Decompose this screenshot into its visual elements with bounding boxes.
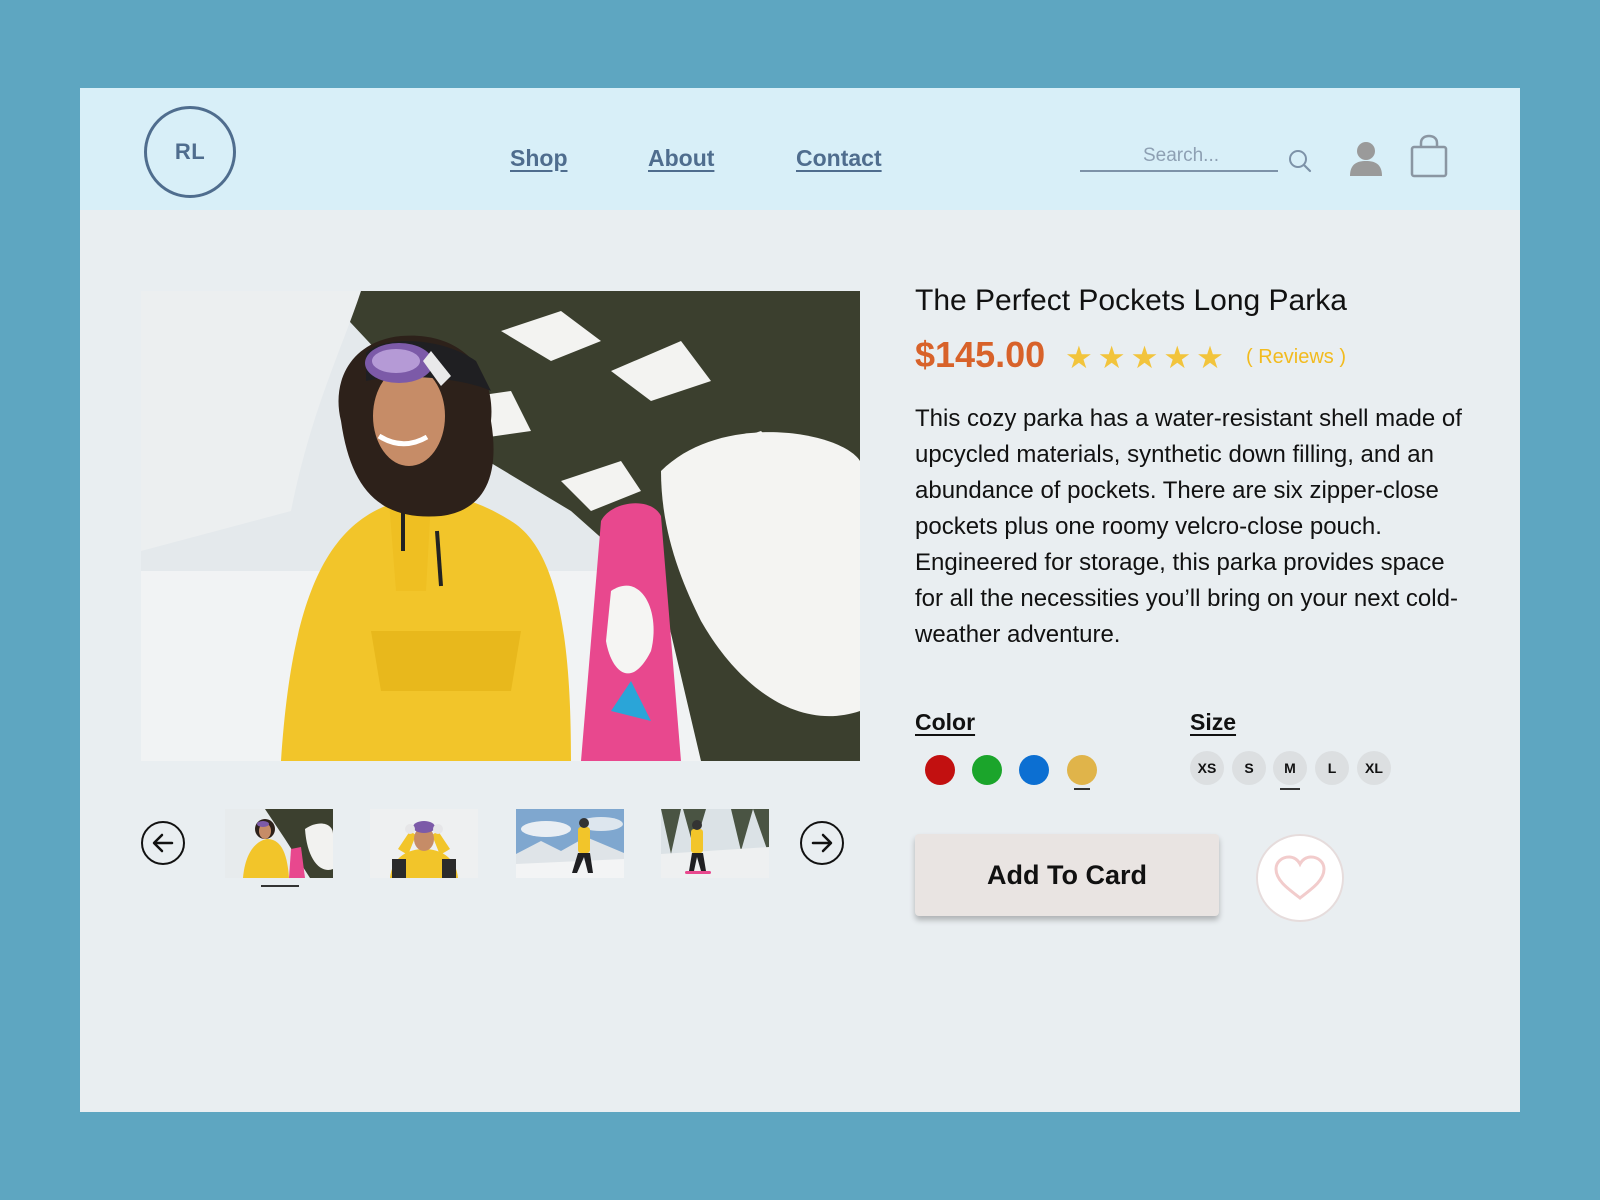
nav-contact-link[interactable]: Contact xyxy=(796,145,882,172)
color-swatch-green[interactable] xyxy=(972,755,1002,785)
color-swatch-blue[interactable] xyxy=(1019,755,1049,785)
add-to-cart-button[interactable]: Add To Card xyxy=(915,834,1219,916)
product-description: This cozy parka has a water-resistant sh… xyxy=(915,405,1462,648)
active-thumbnail-indicator xyxy=(261,885,299,887)
arrow-right-icon xyxy=(811,833,833,853)
nav-shop-link[interactable]: Shop xyxy=(510,145,568,172)
size-label: Size xyxy=(1190,709,1237,735)
wishlist-button[interactable] xyxy=(1256,834,1344,922)
thumbnail-3[interactable] xyxy=(516,809,624,878)
selected-color-indicator xyxy=(1074,788,1090,790)
size-option-s[interactable]: S xyxy=(1232,751,1266,785)
product-main-image xyxy=(141,291,860,761)
size-option-xl[interactable]: XL xyxy=(1357,751,1391,785)
nav-about-link[interactable]: About xyxy=(648,145,714,172)
reviews-link[interactable]: ( Reviews ) xyxy=(1246,346,1346,369)
rating-stars: ★★★★★ xyxy=(1065,340,1229,375)
selected-size-indicator xyxy=(1280,788,1300,790)
user-icon[interactable] xyxy=(1347,138,1385,178)
color-swatch-yellow[interactable] xyxy=(1067,755,1097,785)
logo[interactable]: RL xyxy=(144,106,236,198)
shopping-bag-icon[interactable] xyxy=(1410,134,1448,178)
thumbnail-2[interactable] xyxy=(370,809,478,878)
product-price: $145.00 xyxy=(915,334,1046,375)
arrow-left-icon xyxy=(152,833,174,853)
heart-icon xyxy=(1274,855,1326,900)
product-title: The Perfect Pockets Long Parka xyxy=(915,284,1347,317)
search-icon[interactable] xyxy=(1287,148,1313,174)
color-swatch-red[interactable] xyxy=(925,755,955,785)
next-image-button[interactable] xyxy=(800,821,844,865)
color-label: Color xyxy=(915,709,976,735)
size-option-l[interactable]: L xyxy=(1315,751,1349,785)
size-option-m[interactable]: M xyxy=(1273,751,1307,785)
site-header: RL Shop About Contact xyxy=(80,88,1520,210)
thumbnail-1[interactable] xyxy=(225,809,333,878)
page-frame: RL Shop About Contact Search... The Perf… xyxy=(80,88,1520,1112)
thumbnail-4[interactable] xyxy=(661,809,769,878)
prev-image-button[interactable] xyxy=(141,821,185,865)
search-input[interactable] xyxy=(1080,142,1282,170)
size-option-xs[interactable]: XS xyxy=(1190,751,1224,785)
search-box xyxy=(1080,142,1282,172)
